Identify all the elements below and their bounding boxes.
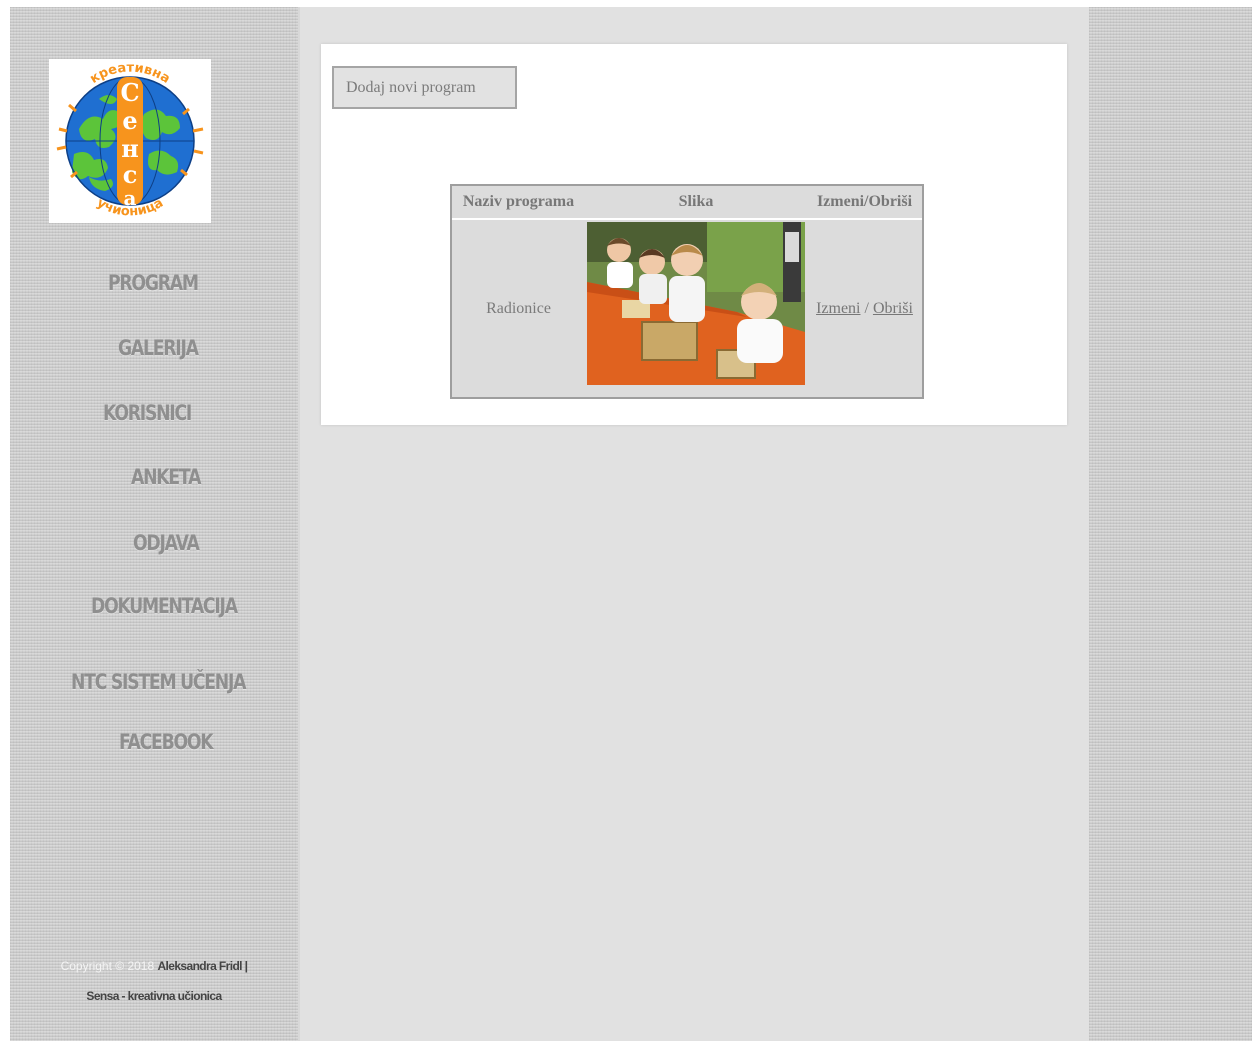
workshop-photo-icon bbox=[587, 222, 805, 385]
edit-link[interactable]: Izmeni bbox=[816, 300, 860, 317]
nav-item-galerija[interactable]: GALERIJA bbox=[118, 336, 199, 360]
column-header-image: Slika bbox=[678, 193, 714, 210]
column-header-name: Naziv programa bbox=[462, 193, 575, 210]
main-nav: PROGRAM GALERIJA KORISNICI ANKETA ODJAVA… bbox=[10, 7, 298, 1041]
nav-item-anketa[interactable]: ANKETA bbox=[131, 465, 201, 489]
delete-link[interactable]: Obriši bbox=[873, 300, 913, 317]
add-program-button[interactable]: Dodaj novi program bbox=[332, 66, 517, 109]
footer-line-2: Sensa - kreativna učionica bbox=[10, 981, 298, 1011]
main-content: Dodaj novi program Naziv programa Slika … bbox=[300, 7, 1089, 1041]
author-name: Aleksandra Fridl | bbox=[157, 959, 248, 973]
program-name-cell: Radionice bbox=[486, 300, 551, 317]
program-table: Naziv programa Slika Izmeni/Obriši Radio… bbox=[450, 184, 924, 399]
nav-item-korisnici[interactable]: KORISNICI bbox=[103, 401, 192, 425]
copyright-text: Copyright © 2018 bbox=[60, 959, 155, 973]
sidebar: С е н с а креативна учионица PROGRAM GAL… bbox=[10, 7, 300, 1041]
sidebar-footer: Copyright © 2018 Aleksandra Fridl | Sens… bbox=[10, 951, 298, 1011]
footer-line-1: Copyright © 2018 Aleksandra Fridl | bbox=[10, 951, 298, 981]
site-name: Sensa - kreativna učionica bbox=[86, 989, 222, 1003]
nav-item-facebook[interactable]: FACEBOOK bbox=[119, 730, 214, 754]
actions-separator: / bbox=[864, 300, 869, 317]
nav-item-odjava[interactable]: ODJAVA bbox=[133, 531, 200, 555]
actions-cell: Izmeni / Obriši bbox=[807, 220, 922, 397]
program-thumbnail bbox=[587, 222, 805, 385]
column-header-actions: Izmeni/Obriši bbox=[816, 193, 913, 210]
content-panel: Dodaj novi program Naziv programa Slika … bbox=[321, 44, 1067, 425]
page: С е н с а креативна учионица PROGRAM GAL… bbox=[0, 0, 1252, 1041]
nav-item-ntc-sistem-ucenja[interactable]: NTC SISTEM UČENJA bbox=[71, 670, 246, 694]
nav-item-program[interactable]: PROGRAM bbox=[108, 271, 199, 295]
nav-item-dokumentacija[interactable]: DOKUMENTACIJA bbox=[91, 594, 238, 618]
right-background-strip bbox=[1089, 7, 1252, 1041]
